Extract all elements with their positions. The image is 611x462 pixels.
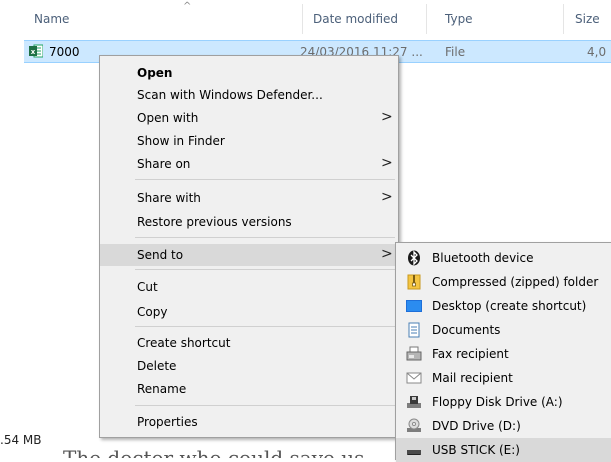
column-header-type[interactable]: Type [445,12,473,26]
send-to-fax[interactable]: Fax recipient [396,342,611,366]
menu-separator [135,405,395,406]
column-divider[interactable] [302,4,303,34]
send-to-submenu: Bluetooth device Compressed (zipped) fol… [395,242,611,462]
mail-icon [406,372,422,384]
excel-file-icon: x [29,44,43,58]
submenu-arrow-icon: > [381,189,393,205]
menu-item-cut[interactable]: Cut [100,276,398,298]
file-size: 4,0 [587,45,607,59]
submenu-arrow-icon: > [381,246,393,262]
menu-separator [135,179,395,180]
zip-folder-icon [407,274,421,290]
send-to-compressed-folder[interactable]: Compressed (zipped) folder [396,270,611,294]
menu-item-show-in-finder[interactable]: Show in Finder [100,130,398,152]
send-to-desktop[interactable]: Desktop (create shortcut) [396,294,611,318]
menu-item-rename[interactable]: Rename [100,378,398,400]
menu-item-copy[interactable]: Copy [100,301,398,323]
column-header-name[interactable]: Name [34,12,69,26]
send-to-documents[interactable]: Documents [396,318,611,342]
background-text: The doctor who could save us [63,446,365,458]
menu-separator [135,237,395,238]
menu-item-open-with[interactable]: Open with > [100,107,398,129]
sort-ascending-icon: ^ [183,1,192,12]
column-divider[interactable] [563,4,564,34]
file-type: File [445,45,466,59]
submenu-arrow-icon: > [381,155,393,171]
column-header-size[interactable]: Size [575,12,600,26]
menu-item-create-shortcut[interactable]: Create shortcut [100,332,398,354]
file-name[interactable]: 7000 [49,45,80,59]
usb-drive-icon [407,450,421,455]
floppy-drive-icon [407,396,421,408]
send-to-bluetooth[interactable]: Bluetooth device [396,246,611,270]
column-header: ^ Name Date modified Type Size [0,0,611,36]
fax-icon [406,346,422,361]
menu-item-share-on[interactable]: Share on > [100,153,398,175]
documents-icon [408,322,420,338]
menu-item-restore-versions[interactable]: Restore previous versions [100,211,398,233]
menu-item-open[interactable]: Open [100,62,398,84]
menu-separator [135,269,395,270]
dvd-drive-icon [407,418,421,432]
desktop-icon [406,300,422,312]
menu-item-properties[interactable]: Properties [100,411,398,433]
send-to-usb-stick[interactable]: USB STICK (E:) [396,438,611,462]
context-menu: Open Scan with Windows Defender... Open … [99,55,399,438]
send-to-dvd[interactable]: DVD Drive (D:) [396,414,611,438]
svg-text:x: x [31,48,36,56]
menu-item-delete[interactable]: Delete [100,355,398,377]
menu-separator [135,326,395,327]
send-to-mail[interactable]: Mail recipient [396,366,611,390]
column-divider[interactable] [426,4,427,34]
menu-item-share-with[interactable]: Share with > [100,187,398,209]
menu-item-send-to[interactable]: Send to > [100,244,398,266]
status-size-text: .54 MB [0,433,42,447]
column-header-date-modified[interactable]: Date modified [313,12,398,26]
menu-item-scan-defender[interactable]: Scan with Windows Defender... [100,84,398,106]
submenu-arrow-icon: > [381,109,393,125]
bluetooth-icon [408,250,420,266]
send-to-floppy[interactable]: Floppy Disk Drive (A:) [396,390,611,414]
